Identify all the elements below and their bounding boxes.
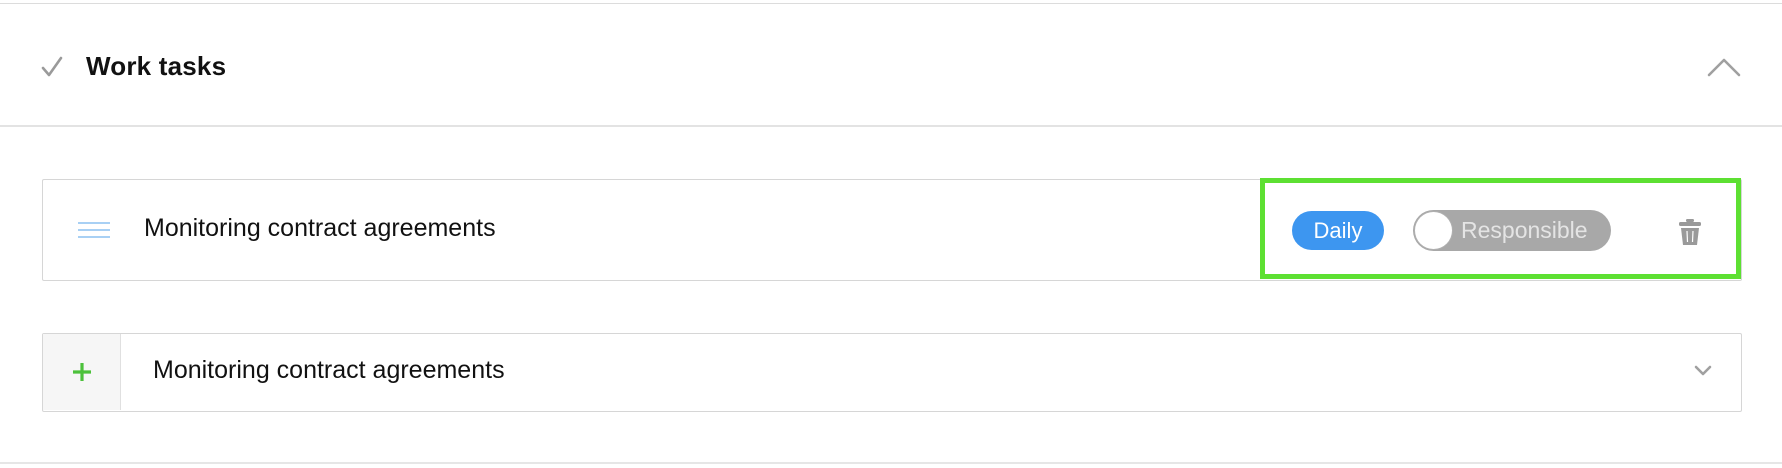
trash-icon[interactable] [1677, 218, 1703, 246]
bottom-divider [0, 462, 1782, 464]
work-tasks-section-header[interactable]: Work tasks [0, 5, 1782, 127]
top-divider [0, 0, 1782, 4]
drag-handle-icon[interactable] [77, 220, 111, 240]
plus-icon [73, 363, 91, 381]
frequency-badge[interactable]: Daily [1292, 211, 1384, 250]
task-label: Monitoring contract agreements [144, 214, 496, 242]
chevron-up-icon[interactable] [1706, 55, 1742, 79]
add-task-button[interactable] [43, 334, 121, 410]
task-select-value: Monitoring contract agreements [153, 356, 505, 384]
work-tasks-page: Work tasks Monitoring contract agreement… [0, 0, 1782, 468]
toggle-label: Responsible [1461, 217, 1588, 243]
section-title: Work tasks [86, 51, 227, 81]
responsible-toggle[interactable]: Responsible [1413, 210, 1611, 251]
chevron-down-icon[interactable] [1693, 364, 1713, 378]
add-task-row: Monitoring contract agreements [42, 333, 1742, 412]
check-icon [41, 56, 63, 77]
toggle-knob [1415, 212, 1452, 249]
